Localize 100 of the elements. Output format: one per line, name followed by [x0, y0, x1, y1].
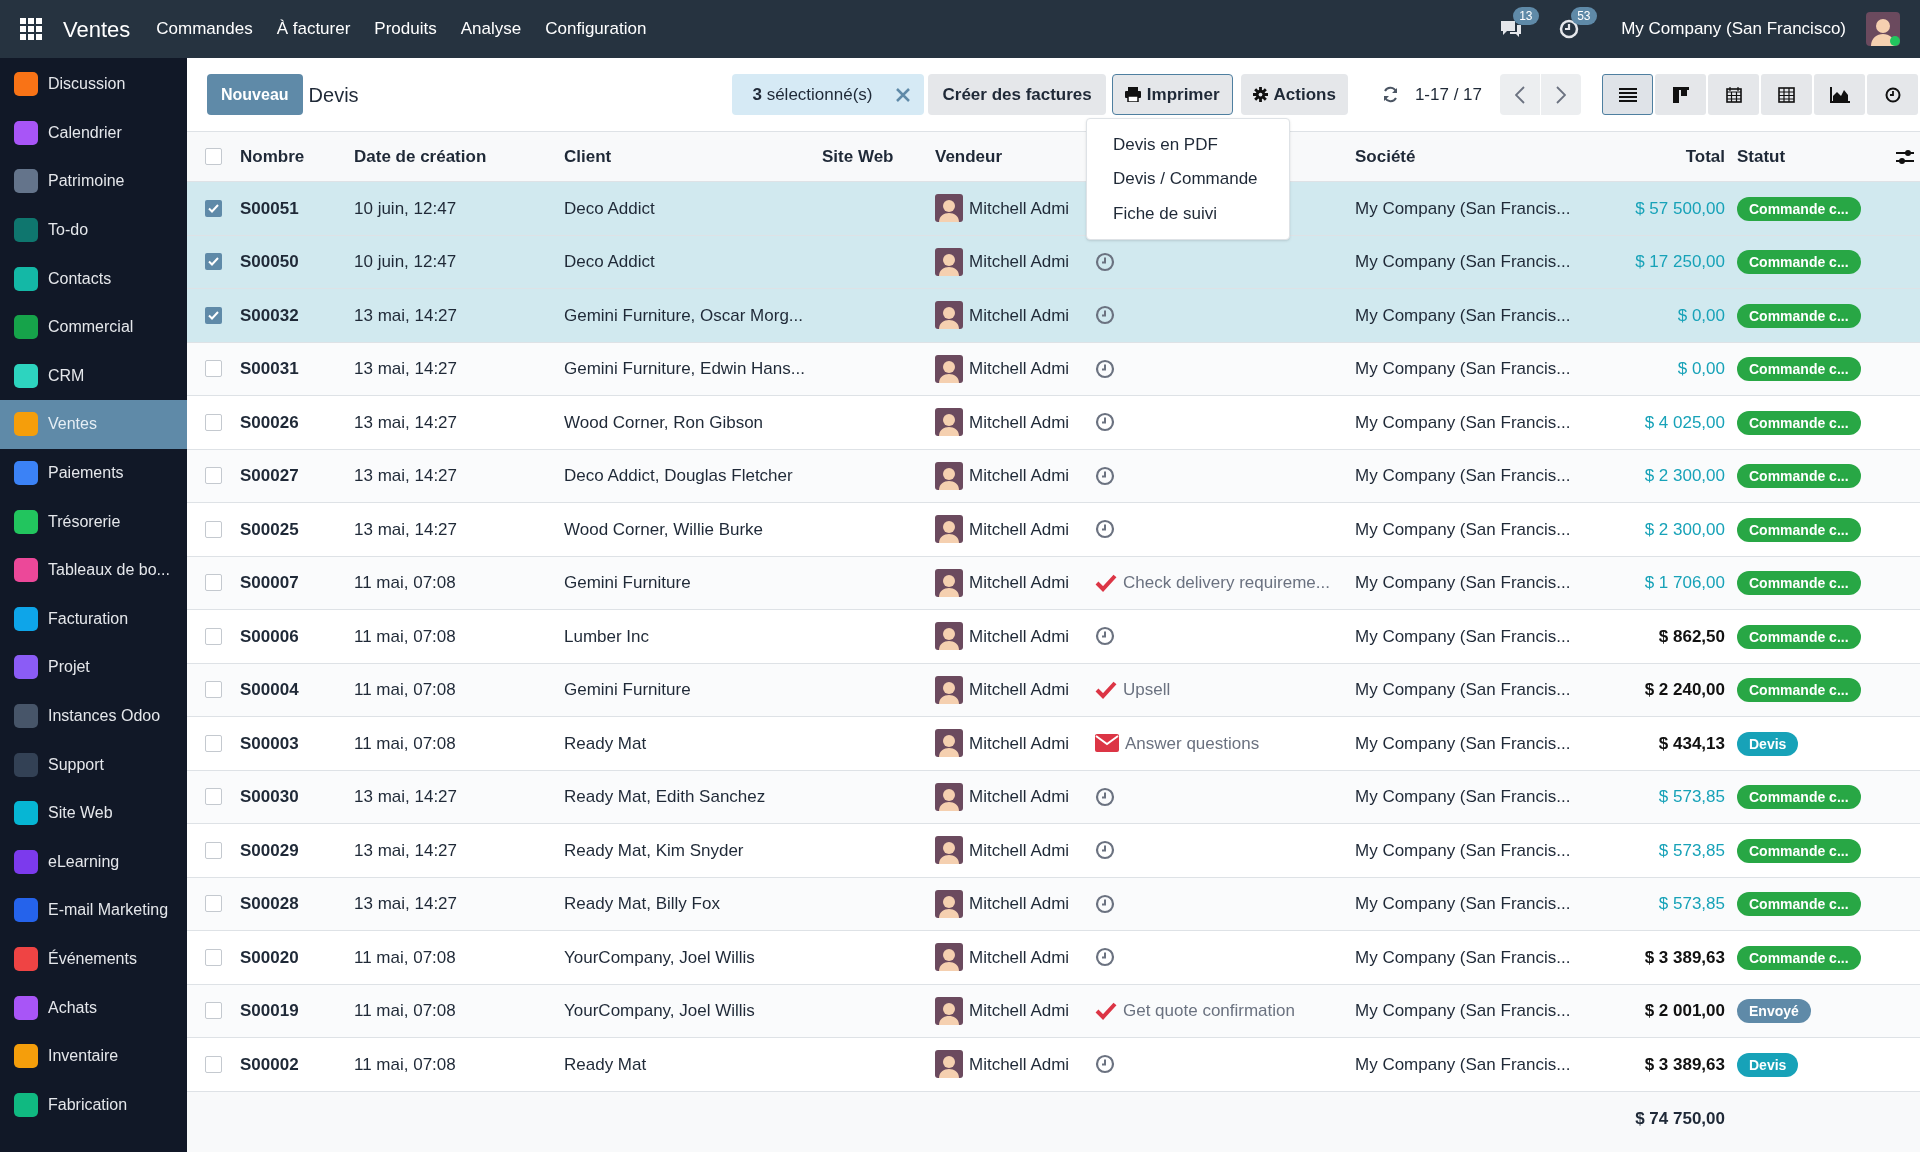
row-checkbox[interactable]	[205, 681, 222, 699]
print-button[interactable]: Imprimer	[1111, 74, 1233, 115]
dropdown-item[interactable]: Fiche de suivi	[1087, 196, 1289, 231]
view-switch-button[interactable]	[1655, 74, 1706, 115]
row-checkbox[interactable]	[205, 627, 222, 645]
apps-grid-icon[interactable]	[20, 18, 42, 40]
row-checkbox[interactable]	[205, 1002, 222, 1020]
column-header[interactable]: Nombre	[240, 143, 354, 170]
view-switch-button[interactable]	[1814, 74, 1865, 115]
clock-icon[interactable]	[1095, 412, 1115, 433]
sidebar-item[interactable]: Commercial	[0, 302, 187, 352]
row-checkbox[interactable]	[205, 520, 222, 538]
view-switch-button[interactable]	[1761, 74, 1812, 115]
menu-item[interactable]: Configuration	[533, 16, 659, 42]
column-header[interactable]: Date de création	[354, 143, 564, 170]
clock-icon[interactable]	[1095, 947, 1115, 968]
refresh-icon[interactable]	[1381, 86, 1399, 103]
activity-label[interactable]: Upsell	[1123, 677, 1171, 703]
row-checkbox[interactable]	[205, 1055, 222, 1073]
sidebar-item[interactable]: Inventaire	[0, 1031, 187, 1081]
row-checkbox[interactable]	[205, 413, 222, 431]
app-name[interactable]: Ventes	[63, 12, 131, 46]
table-row[interactable]: S00019 11 mai, 07:08 YourCompany, Joel Willis Mitchell Admi Get quote confirmation My Company (San Francis... $ 2 001,00 Envoyé	[187, 984, 1920, 1038]
sidebar-item[interactable]: Projet	[0, 643, 187, 692]
check-icon[interactable]	[1095, 1001, 1117, 1020]
select-all-checkbox[interactable]	[205, 148, 222, 165]
activity-label[interactable]: Answer questions	[1125, 730, 1260, 756]
table-row[interactable]: S00031 13 mai, 14:27 Gemini Furniture, Edwin Hans... Mitchell Admi My Company (San Francis... $ 0,00 Commande c...	[187, 342, 1920, 396]
menu-item[interactable]: Produits	[362, 16, 449, 42]
row-checkbox[interactable]	[205, 948, 222, 966]
dropdown-item[interactable]: Devis en PDF	[1087, 127, 1289, 162]
clock-icon[interactable]	[1095, 786, 1115, 807]
column-header[interactable]: Client	[564, 143, 822, 170]
pager-value[interactable]: 1-17 / 17	[1414, 81, 1482, 108]
row-checkbox[interactable]	[205, 467, 222, 485]
sidebar-item[interactable]: Calendrier	[0, 108, 187, 158]
check-icon[interactable]	[1095, 573, 1117, 592]
column-header[interactable]: Statut	[1725, 143, 1861, 170]
sidebar-item[interactable]: Trésorerie	[0, 497, 187, 546]
menu-item[interactable]: Analyse	[448, 16, 534, 42]
check-icon[interactable]	[1095, 680, 1117, 699]
sidebar-item[interactable]: E-mail Marketing	[0, 886, 187, 935]
column-header[interactable]: Site Web	[822, 143, 935, 170]
sidebar-item[interactable]: To-do	[0, 205, 187, 255]
column-header[interactable]: Total	[1585, 143, 1725, 170]
row-checkbox[interactable]	[205, 841, 222, 859]
sidebar-item[interactable]: Patrimoine	[0, 157, 187, 206]
next-button[interactable]	[1541, 74, 1581, 115]
activity-label[interactable]: Get quote confirmation	[1123, 998, 1295, 1024]
sidebar-item[interactable]: eLearning	[0, 837, 187, 887]
sidebar-item[interactable]: CRM	[0, 351, 187, 401]
sidebar-item[interactable]: Tableaux de bo...	[0, 545, 187, 595]
clock-icon[interactable]	[1095, 465, 1115, 486]
close-icon[interactable]	[896, 87, 911, 102]
sidebar-item[interactable]: Fabrication	[0, 1080, 187, 1130]
clock-icon[interactable]	[1095, 893, 1115, 914]
row-checkbox[interactable]	[205, 788, 222, 806]
table-row[interactable]: S00050 10 juin, 12:47 Deco Addict Mitchell Admi My Company (San Francis... $ 17 250,00 Commande c...	[187, 235, 1920, 289]
row-checkbox[interactable]	[205, 574, 222, 592]
table-row[interactable]: S00007 11 mai, 07:08 Gemini Furniture Mitchell Admi Check delivery requireme... My Company (San Francis... $ 1 706,00 Commande c...	[187, 556, 1920, 610]
clock-icon[interactable]	[1095, 626, 1115, 647]
table-row[interactable]: S00030 13 mai, 14:27 Ready Mat, Edith Sanchez Mitchell Admi My Company (San Francis... $ 573,85 Commande c...	[187, 770, 1920, 824]
clock-icon[interactable]	[1095, 1054, 1115, 1075]
menu-item[interactable]: Commandes	[144, 16, 265, 42]
actions-button[interactable]: Actions	[1240, 74, 1348, 115]
new-button[interactable]: Nouveau	[207, 74, 303, 115]
clock-icon[interactable]	[1095, 840, 1115, 861]
table-row[interactable]: S00032 13 mai, 14:27 Gemini Furniture, Oscar Morg... Mitchell Admi My Company (San Francis... $ 0,00 Commande c...	[187, 289, 1920, 343]
menu-item[interactable]: À facturer	[264, 16, 363, 42]
clock-icon[interactable]	[1095, 358, 1115, 379]
previous-button[interactable]	[1500, 74, 1540, 115]
row-checkbox[interactable]	[205, 199, 222, 217]
row-checkbox[interactable]	[205, 734, 222, 752]
envelope-icon[interactable]	[1095, 734, 1119, 753]
sidebar-item[interactable]: Paiements	[0, 448, 187, 498]
activity-label[interactable]: Check delivery requireme...	[1123, 570, 1330, 596]
sidebar-item[interactable]: Facturation	[0, 594, 187, 644]
row-checkbox[interactable]	[205, 895, 222, 913]
view-switch-button[interactable]	[1708, 74, 1759, 115]
create-invoices-button[interactable]: Créer des factures	[928, 74, 1106, 115]
clock-icon[interactable]	[1095, 519, 1115, 540]
sliders-icon[interactable]	[1896, 148, 1914, 165]
sidebar-item[interactable]: Site Web	[0, 788, 187, 838]
view-switch-button[interactable]	[1867, 74, 1918, 115]
view-switch-button[interactable]	[1602, 74, 1653, 115]
table-row[interactable]: S00027 13 mai, 14:27 Deco Addict, Douglas Fletcher Mitchell Admi My Company (San Francis... $ 2 300,00 Commande c...	[187, 449, 1920, 503]
column-header[interactable]: Société	[1355, 143, 1585, 170]
row-checkbox[interactable]	[205, 306, 222, 324]
row-checkbox[interactable]	[205, 360, 222, 378]
sidebar-item[interactable]: Contacts	[0, 254, 187, 303]
row-checkbox[interactable]	[205, 253, 222, 271]
sidebar-item[interactable]: Achats	[0, 983, 187, 1032]
user-avatar[interactable]	[1866, 12, 1900, 46]
sidebar-item[interactable]: Discussion	[0, 60, 187, 109]
sidebar-item[interactable]: Événements	[0, 934, 187, 984]
sidebar-item[interactable]: Instances Odoo	[0, 691, 187, 741]
table-row[interactable]: S00004 11 mai, 07:08 Gemini Furniture Mitchell Admi Upsell My Company (San Francis... $ 2 240,00 Commande c...	[187, 663, 1920, 717]
company-switcher[interactable]: My Company (San Francisco)	[1621, 16, 1846, 42]
table-row[interactable]: S00028 13 mai, 14:27 Ready Mat, Billy Fox Mitchell Admi My Company (San Francis... $ 573,85 Commande c...	[187, 877, 1920, 931]
sidebar-item[interactable]: Support	[0, 740, 187, 789]
